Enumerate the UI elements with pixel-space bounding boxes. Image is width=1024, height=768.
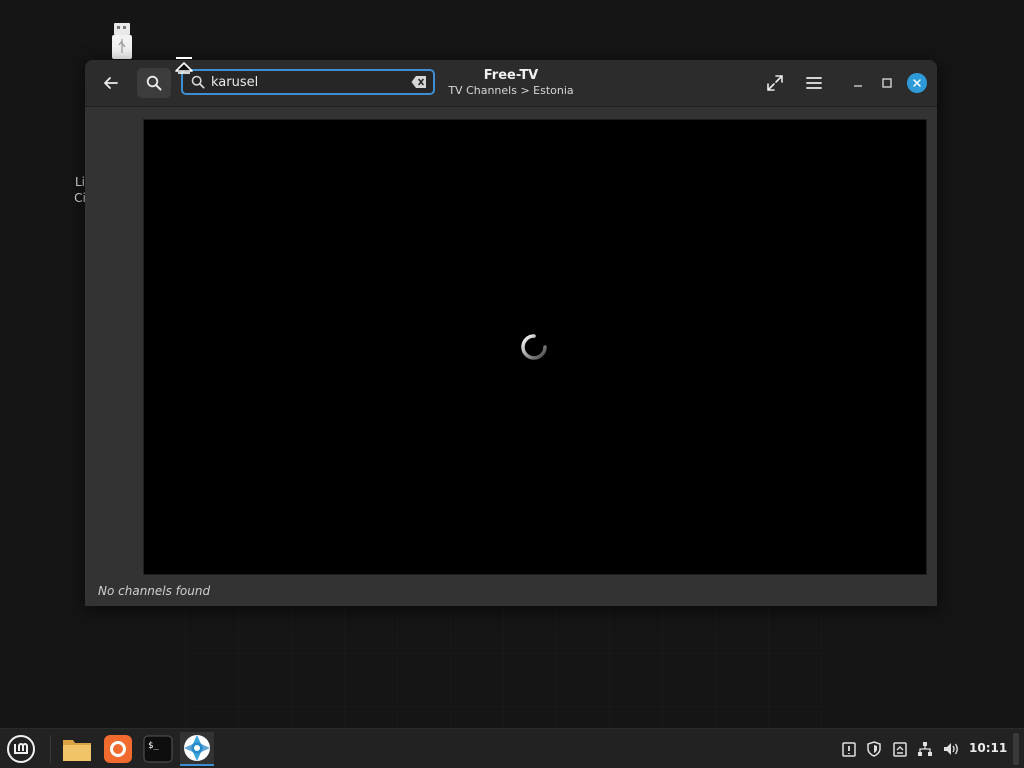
taskbar-separator — [50, 735, 51, 763]
free-tv-taskbar-button[interactable] — [180, 732, 214, 766]
show-desktop-button[interactable] — [1013, 733, 1019, 765]
update-manager-tray[interactable] — [839, 739, 859, 759]
breadcrumb: TV Channels > Estonia — [448, 84, 574, 97]
fullscreen-icon — [767, 75, 783, 91]
loading-spinner-icon — [521, 334, 547, 360]
search-input[interactable] — [211, 72, 401, 92]
back-button[interactable] — [94, 68, 128, 98]
clipboard-tray[interactable] — [890, 739, 910, 759]
status-text: No channels found — [98, 584, 211, 598]
menu-icon — [7, 735, 35, 763]
terminal-icon: $_ — [143, 735, 173, 763]
maximize-button[interactable] — [877, 73, 897, 93]
search-icon — [191, 75, 205, 89]
header-bar[interactable]: Free-TV TV Channels > Estonia — [85, 60, 937, 107]
volume-tray[interactable] — [941, 739, 961, 759]
close-icon — [913, 79, 921, 87]
files-icon — [63, 740, 91, 761]
files-launcher[interactable] — [60, 732, 94, 766]
hamburger-menu-icon — [806, 77, 822, 89]
start-menu-button[interactable] — [4, 732, 38, 766]
free-tv-window: Free-TV TV Channels > Estonia — [85, 60, 937, 606]
video-player[interactable] — [143, 119, 927, 575]
move-cursor-icon — [175, 57, 193, 74]
search-icon — [146, 75, 162, 91]
status-bar: No channels found — [85, 579, 937, 606]
clipboard-icon — [893, 742, 907, 757]
menu-button[interactable] — [797, 68, 831, 98]
free-tv-icon — [184, 735, 210, 761]
back-arrow-icon — [104, 77, 118, 89]
network-icon — [918, 742, 932, 756]
terminal-launcher[interactable]: $_ — [141, 732, 175, 766]
security-tray[interactable] — [864, 739, 884, 759]
channel-list[interactable] — [85, 107, 143, 575]
firefox-icon — [104, 735, 132, 763]
volume-icon — [944, 743, 958, 755]
close-button[interactable] — [907, 73, 927, 93]
svg-text:$_: $_ — [148, 741, 159, 751]
window-title: Free-TV TV Channels > Estonia — [445, 68, 577, 98]
minimize-icon — [854, 85, 862, 87]
clear-backspace-icon[interactable] — [411, 75, 427, 89]
taskbar: $_ 10:11 — [0, 728, 1024, 768]
minimize-button[interactable] — [848, 73, 868, 93]
search-entry[interactable] — [181, 69, 435, 95]
update-icon — [842, 742, 856, 757]
shield-icon — [867, 741, 881, 757]
maximize-icon — [882, 78, 892, 88]
content-area: No channels found — [85, 107, 937, 606]
wallpaper-pattern — [185, 600, 825, 728]
clock[interactable]: 10:11 — [969, 741, 1007, 755]
network-tray[interactable] — [915, 739, 935, 759]
desktop: Li Ci karusel Free-TV TV Channels > Esto… — [0, 0, 1024, 768]
search-toggle-button[interactable] — [137, 68, 171, 98]
title-text: Free-TV — [483, 68, 539, 83]
firefox-launcher[interactable] — [101, 732, 135, 766]
usb-drive-icon[interactable] — [110, 22, 134, 60]
fullscreen-button[interactable] — [758, 68, 792, 98]
